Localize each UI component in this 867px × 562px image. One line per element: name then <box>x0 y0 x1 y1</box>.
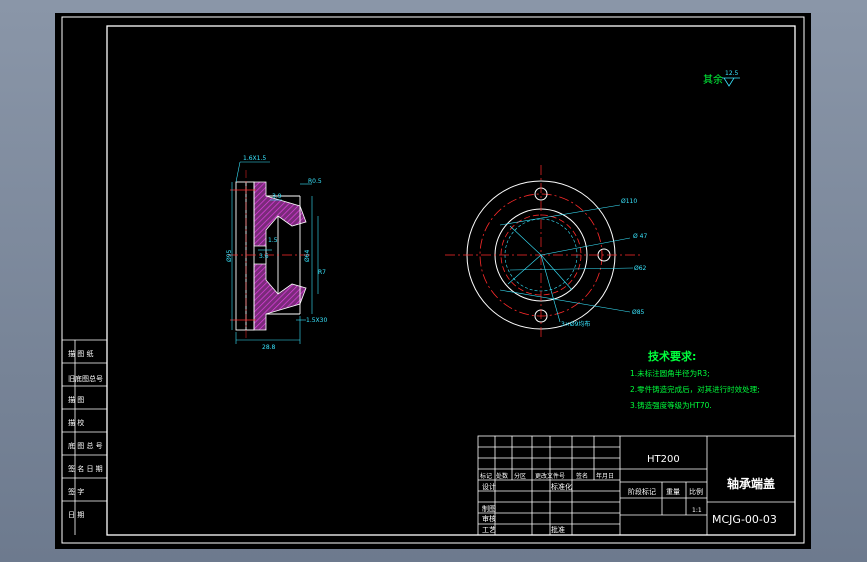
sig-process: 工艺 <box>482 526 496 534</box>
tech-requirement-item-3: 3.铸造强度等级为HT70. <box>630 400 712 410</box>
label-base-drawing-number: 底 图 总 号 <box>68 441 103 450</box>
tech-requirement-item-1: 1.未标注圆角半径为R3; <box>630 368 710 378</box>
drawing-number: MCJG-00-03 <box>712 513 777 526</box>
tech-requirement-item-2: 2.零件铸造完成后，对其进行时效处理; <box>630 384 760 394</box>
part-name: 轴承端盖 <box>727 476 775 491</box>
dim-dia-47: Ø 47 <box>633 233 647 240</box>
technical-requirements: 技术要求: 1.未标注圆角半径为R3; 2.零件铸造完成后，对其进行时效处理; … <box>630 349 760 410</box>
title-block-text: HT200 轴承端盖 MCJG-00-03 标记 处数 分区 更改文件号 签名 … <box>480 454 777 534</box>
sig-drafting: 制图 <box>482 504 496 513</box>
dim-1-5: 1.5 <box>268 237 278 244</box>
label-date: 日 期 <box>68 511 84 519</box>
section-hatch-upper <box>253 181 307 247</box>
dim-dia-95: Ø95 <box>226 249 233 262</box>
tech-requirements-title: 技术要求: <box>648 349 696 363</box>
dim-holes-note: 3×Ø9均布 <box>561 320 590 328</box>
rev-header-date: 年月日 <box>596 472 614 480</box>
rev-header-doc: 更改文件号 <box>535 472 565 480</box>
dim-r7: R7 <box>318 269 326 276</box>
roughness-note: 其余 12.5 <box>703 70 740 87</box>
rev-header-zone: 分区 <box>514 472 526 480</box>
dim-dia-110: Ø110 <box>621 198 637 205</box>
stage-label: 阶段标记 <box>628 487 656 496</box>
label-tracing: 描 图 <box>68 395 84 404</box>
outer-border <box>61 16 805 544</box>
rev-header-mark: 标记 <box>480 472 492 480</box>
rev-header-sign: 签名 <box>576 472 588 480</box>
left-column-labels: 描 图 纸 旧底图总号 描 图 描 校 底 图 总 号 签 名 日 期 签 字 … <box>68 349 103 519</box>
front-view: Ø110 Ø 47 Ø62 Ø85 3×Ø9均布 <box>445 165 647 340</box>
dim-3-6: 3.6 <box>259 253 269 260</box>
approval: 批准 <box>551 525 565 534</box>
label-signature: 签 字 <box>68 487 84 496</box>
rev-header-count: 处数 <box>496 472 508 480</box>
dim-chamfer: 1.6X1.5 <box>243 155 266 162</box>
dim-r0-5: R0.5 <box>308 178 322 185</box>
scale-label: 比例 <box>689 487 703 496</box>
section-view: 1.6X1.5 3.9 R0.5 Ø95 Ø64 R7 1.5 3.6 1.5X… <box>226 155 327 351</box>
left-binding-column <box>62 339 107 535</box>
standardization: 标准化 <box>551 482 572 491</box>
dim-1-5x30: 1.5X30 <box>306 317 327 324</box>
weight-label: 重量 <box>666 488 680 496</box>
sig-review: 审核 <box>482 514 496 523</box>
roughness-label: 其余 <box>703 73 723 86</box>
inner-border <box>106 25 796 536</box>
label-signature-date: 签 名 日 期 <box>68 464 103 473</box>
cad-drawing: 描 图 纸 旧底图总号 描 图 描 校 底 图 总 号 签 名 日 期 签 字 … <box>61 16 805 544</box>
roughness-value: 12.5 <box>725 70 739 77</box>
label-tracing-paper: 描 图 纸 <box>68 349 93 358</box>
dim-length-28-8: 28.8 <box>262 344 276 351</box>
label-tracing-check: 描 校 <box>68 418 84 427</box>
label-old-drawing-number: 旧底图总号 <box>68 374 103 383</box>
dim-dia-85: Ø85 <box>632 309 645 316</box>
dim-dia-64: Ø64 <box>304 249 311 262</box>
material: HT200 <box>647 454 680 465</box>
roughness-symbol-icon <box>722 77 740 87</box>
dim-dia-62: Ø62 <box>634 265 647 272</box>
sig-design: 设计 <box>482 482 496 491</box>
scale-value: 1:1 <box>692 507 702 514</box>
dim-3-9: 3.9 <box>272 193 282 200</box>
